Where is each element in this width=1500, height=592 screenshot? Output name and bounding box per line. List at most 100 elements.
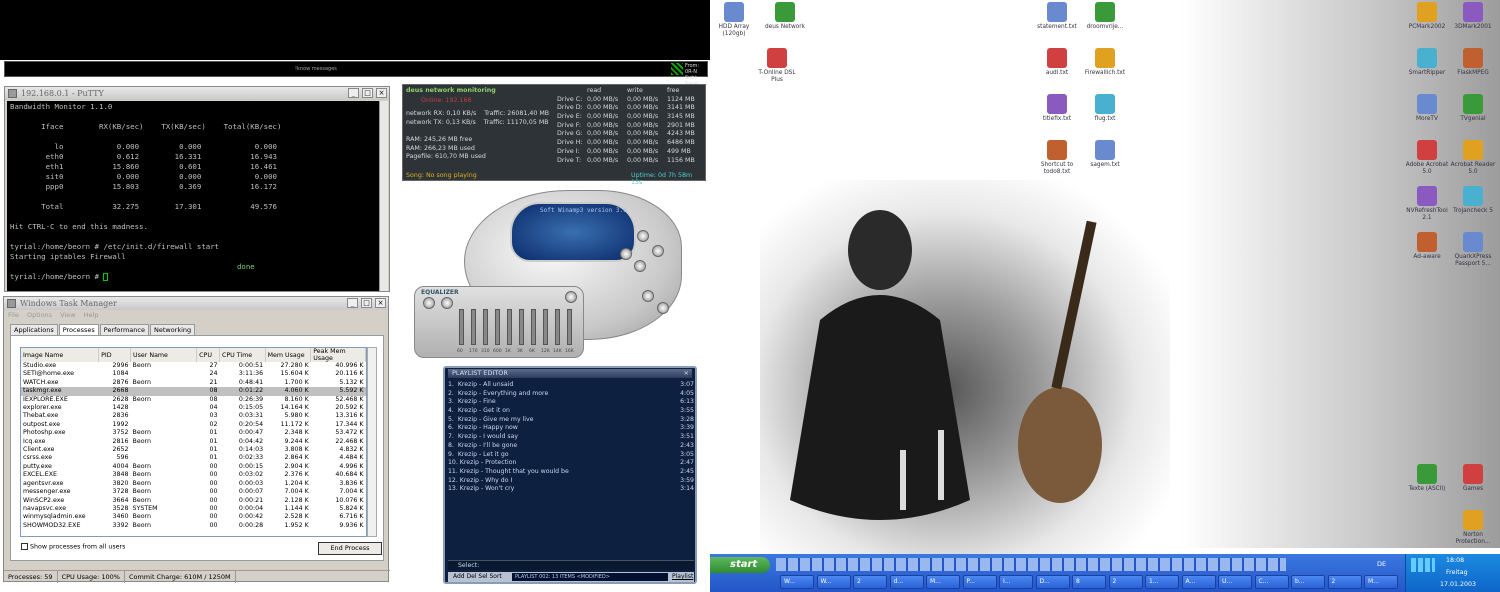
playlist-item[interactable]: 8. Krezip - I'll be gone 2:43 bbox=[448, 442, 694, 451]
taskbar-task-button[interactable]: I... bbox=[999, 575, 1033, 589]
table-row[interactable]: navapsvc.exe 3528 SYSTEM 00 0:00:04 1.144 K 5.… bbox=[21, 505, 366, 513]
desktop-shortcut[interactable]: audi.txt bbox=[1032, 48, 1082, 77]
tab-performance[interactable]: Performance bbox=[99, 324, 149, 335]
maximize-button[interactable]: □ bbox=[362, 88, 373, 98]
eq-slider[interactable] bbox=[543, 309, 548, 345]
column-header[interactable]: PID bbox=[98, 348, 131, 362]
taskbar-task-button[interactable]: M... bbox=[1364, 575, 1398, 589]
eq-slider[interactable] bbox=[495, 309, 500, 345]
next-button[interactable] bbox=[634, 260, 646, 272]
table-row[interactable]: SETI@home.exe 1084 24 3:11:36 15.604 K 20.116… bbox=[21, 370, 366, 378]
task-manager-window[interactable]: Windows Task Manager _ □ × File Options … bbox=[3, 296, 390, 583]
eq-slider[interactable] bbox=[519, 309, 524, 345]
play-button[interactable] bbox=[637, 230, 649, 242]
playlist-item[interactable]: 4. Krezip - Get it on 3:55 bbox=[448, 407, 694, 416]
checkbox-icon[interactable] bbox=[21, 543, 28, 550]
tab-networking[interactable]: Networking bbox=[149, 324, 196, 335]
taskmgr-titlebar[interactable]: Windows Task Manager _ □ × bbox=[4, 297, 388, 310]
taskbar-task-button[interactable]: P... bbox=[962, 575, 997, 589]
desktop-shortcut[interactable]: QuarkXPress Passport 5... bbox=[1448, 232, 1498, 268]
taskbar-task-button[interactable]: A... bbox=[1181, 575, 1216, 589]
desktop-shortcut[interactable]: Norton Protection... bbox=[1448, 510, 1498, 546]
eq-slider[interactable] bbox=[471, 309, 476, 345]
putty-scrollbar[interactable] bbox=[379, 101, 388, 291]
taskbar-task-button[interactable]: 2 bbox=[1327, 575, 1362, 589]
taskbar-task-button[interactable]: 2 bbox=[1108, 575, 1143, 589]
desktop-shortcut[interactable]: deus Network bbox=[760, 2, 810, 31]
playlist-item[interactable]: 13. Krezip - Won't cry 3:14 bbox=[448, 485, 694, 494]
desktop-shortcut[interactable]: flug.txt bbox=[1080, 94, 1130, 123]
desktop-shortcut[interactable]: Trojancheck 5 bbox=[1448, 186, 1498, 215]
select-field[interactable]: Select: bbox=[448, 560, 694, 570]
taskbar-task-button[interactable]: b... bbox=[1291, 575, 1325, 589]
desktop-shortcut[interactable]: T-Online DSL Plus bbox=[752, 48, 802, 84]
desktop-shortcut[interactable]: droomvrije... bbox=[1080, 2, 1130, 31]
taskbar-task-button[interactable]: W... bbox=[816, 575, 851, 589]
desktop-shortcut[interactable]: FlaskMPEG bbox=[1448, 48, 1498, 77]
end-process-button[interactable]: End Process bbox=[318, 542, 382, 555]
taskbar-task-button[interactable]: M... bbox=[926, 575, 960, 589]
column-header[interactable]: Image Name bbox=[21, 348, 100, 362]
balance-knob[interactable] bbox=[657, 302, 669, 314]
eq-auto-button[interactable] bbox=[441, 297, 453, 309]
table-row[interactable]: EXCEL.EXE 3848 Beorn 00 0:03:02 2.376 K 40.684… bbox=[21, 471, 366, 479]
winamp-player[interactable]: Soft Winamp3 version 3.0 EQUALIZER 60 170… bbox=[402, 190, 712, 362]
taskbar-task-button[interactable]: 1... bbox=[1145, 575, 1179, 589]
eq-slider[interactable] bbox=[459, 309, 464, 345]
close-icon[interactable]: × bbox=[684, 369, 689, 378]
menu-help[interactable]: Help bbox=[84, 311, 99, 319]
desktop-shortcut[interactable]: Firewallich.txt bbox=[1080, 48, 1130, 77]
table-row[interactable]: SHOWMOD32.EXE 3392 Beorn 00 0:00:28 1.952 K 9.… bbox=[21, 522, 366, 530]
table-row[interactable]: WATCH.exe 2876 Beorn 21 0:48:41 1.700 K 5.132 … bbox=[21, 379, 366, 387]
eq-preset-button[interactable] bbox=[565, 291, 577, 303]
column-header[interactable]: CPU Time bbox=[219, 348, 266, 362]
desktop-shortcut[interactable]: sagem.txt bbox=[1080, 140, 1130, 169]
column-header[interactable]: Mem Usage bbox=[265, 348, 312, 362]
terminal-output[interactable]: Bandwidth Monitor 1.1.0 Iface RX(KB/sec)… bbox=[7, 101, 379, 291]
language-indicator[interactable]: DE bbox=[1377, 560, 1386, 568]
maximize-button[interactable]: □ bbox=[361, 298, 372, 308]
process-list[interactable]: Image Name PID User Name CPU CPU Time Mem Usa… bbox=[20, 347, 367, 537]
start-button[interactable]: start bbox=[710, 557, 770, 573]
playlist-item[interactable]: 3. Krezip - Fine 6:13 bbox=[448, 398, 694, 407]
desktop-shortcut[interactable]: Acrobat Reader 5.0 bbox=[1448, 140, 1498, 176]
eq-slider[interactable] bbox=[567, 309, 572, 345]
playlist-item[interactable]: 10. Krezip - Protection 2:47 bbox=[448, 459, 694, 468]
eq-slider[interactable] bbox=[555, 309, 560, 345]
table-row[interactable]: winmysqladmin.exe 3460 Beorn 00 0:00:42 2.528… bbox=[21, 513, 366, 521]
table-row[interactable]: outpost.exe 1992 02 0:20:54 11.172 K 17.344 K bbox=[21, 421, 366, 429]
table-row[interactable]: putty.exe 4004 Beorn 00 0:00:15 2.904 K 4.996 … bbox=[21, 463, 366, 471]
menu-options[interactable]: Options bbox=[27, 311, 52, 319]
playlist-item[interactable]: 11. Krezip - Thought that you would be 2:… bbox=[448, 468, 694, 477]
desktop-shortcut[interactable]: 3DMark2001 bbox=[1448, 2, 1498, 31]
column-header[interactable]: User Name bbox=[130, 348, 198, 362]
close-button[interactable]: × bbox=[376, 88, 387, 98]
playlist-item[interactable]: 1. Krezip - All unsaid 3:07 bbox=[448, 381, 694, 390]
table-row[interactable]: Thebat.exe 2836 03 0:03:31 5.980 K 13.316 K bbox=[21, 412, 366, 420]
table-row[interactable]: Photoshp.exe 3752 Beorn 01 0:00:47 2.348 K 53.… bbox=[21, 429, 366, 437]
playlist-item[interactable]: 7. Krezip - I would say 3:51 bbox=[448, 433, 694, 442]
desktop-shortcut[interactable]: PCMark2002 bbox=[1402, 2, 1452, 31]
desktop-shortcut[interactable]: statement.txt bbox=[1032, 2, 1082, 31]
playlist-item[interactable]: 12. Krezip - Why do I 3:59 bbox=[448, 477, 694, 486]
desktop-shortcut[interactable]: HDD Array (120gb) bbox=[709, 2, 759, 38]
desktop-shortcut[interactable]: MoreTV bbox=[1402, 94, 1452, 123]
stop-button[interactable] bbox=[652, 245, 664, 257]
close-button[interactable]: × bbox=[375, 298, 386, 308]
putty-titlebar[interactable]: 192.168.0.1 - PuTTY _ □ × bbox=[5, 87, 389, 100]
taskbar-task-button[interactable]: 8 bbox=[1072, 575, 1106, 589]
desktop-shortcut[interactable]: Shortcut to todo8.txt bbox=[1032, 140, 1082, 176]
desktop-shortcut[interactable]: SmartRipper bbox=[1402, 48, 1452, 77]
table-row[interactable]: agentsvr.exe 3820 Beorn 00 0:00:03 1.204 K 3.8… bbox=[21, 480, 366, 488]
playlist-buttons[interactable]: Add Del Sel Sort bbox=[453, 572, 502, 582]
volume-knob[interactable] bbox=[642, 290, 654, 302]
table-row[interactable]: IEXPLORE.EXE 2628 Beorn 08 0:26:39 8.160 K 52.… bbox=[21, 396, 366, 404]
equalizer[interactable]: EQUALIZER 60 170 310 600 1K 3K 6K 12K 14K 16K bbox=[414, 286, 584, 358]
prev-button[interactable] bbox=[620, 248, 632, 260]
minimize-button[interactable]: _ bbox=[347, 298, 358, 308]
playlist-item[interactable]: 2. Krezip - Everything and more 4:05 bbox=[448, 390, 694, 399]
desktop-shortcut[interactable]: Games bbox=[1448, 464, 1498, 493]
desktop-shortcut[interactable]: TVgenial bbox=[1448, 94, 1498, 123]
eq-slider[interactable] bbox=[531, 309, 536, 345]
table-row[interactable]: taskmgr.exe 2668 08 0:01:22 4.060 K 5.592 K bbox=[21, 387, 366, 396]
